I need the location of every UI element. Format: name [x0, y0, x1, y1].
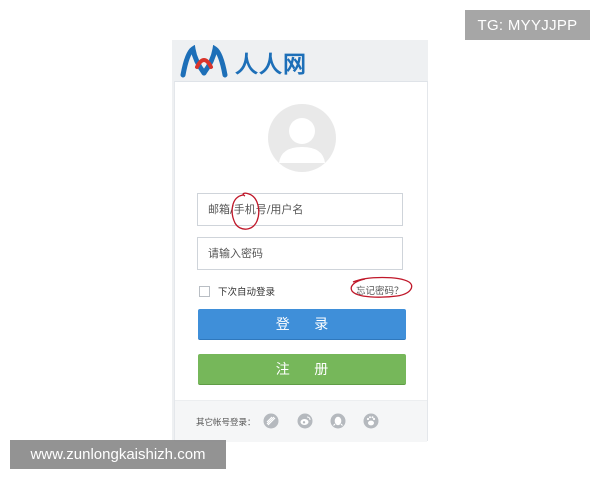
weibo-icon[interactable]: [297, 413, 313, 429]
other-login-label: 其它帐号登录：: [196, 418, 256, 428]
remember-checkbox[interactable]: [199, 285, 210, 297]
forgot-password-link[interactable]: 忘记密码？: [356, 283, 404, 297]
account-input[interactable]: [197, 193, 403, 226]
watermark-top-right: TG: MYYJJPP: [465, 10, 590, 40]
other-login-bar: 其它帐号登录：: [175, 400, 427, 442]
brand-header: 人人网: [177, 45, 417, 79]
default-avatar-icon: [268, 104, 336, 172]
remember-me[interactable]: 下次自动登录: [199, 284, 275, 298]
social-login-icon[interactable]: [263, 413, 279, 429]
renren-logo-icon: [180, 45, 228, 78]
baidu-icon[interactable]: [363, 413, 379, 429]
password-input[interactable]: [197, 237, 403, 270]
qq-icon[interactable]: [330, 413, 346, 429]
login-button[interactable]: 登 录: [198, 309, 406, 340]
brand-name: 人人网: [235, 52, 307, 78]
watermark-bottom-left: www.zunlongkaishizh.com: [10, 440, 226, 469]
remember-label: 下次自动登录: [218, 287, 276, 298]
register-button[interactable]: 注 册: [198, 354, 406, 385]
login-panel: 人人网 下次自动登录 忘记密码？ 登 录 注 册 其它帐号登录：: [172, 40, 428, 442]
login-card: 下次自动登录 忘记密码？ 登 录 注 册 其它帐号登录：: [174, 81, 428, 442]
